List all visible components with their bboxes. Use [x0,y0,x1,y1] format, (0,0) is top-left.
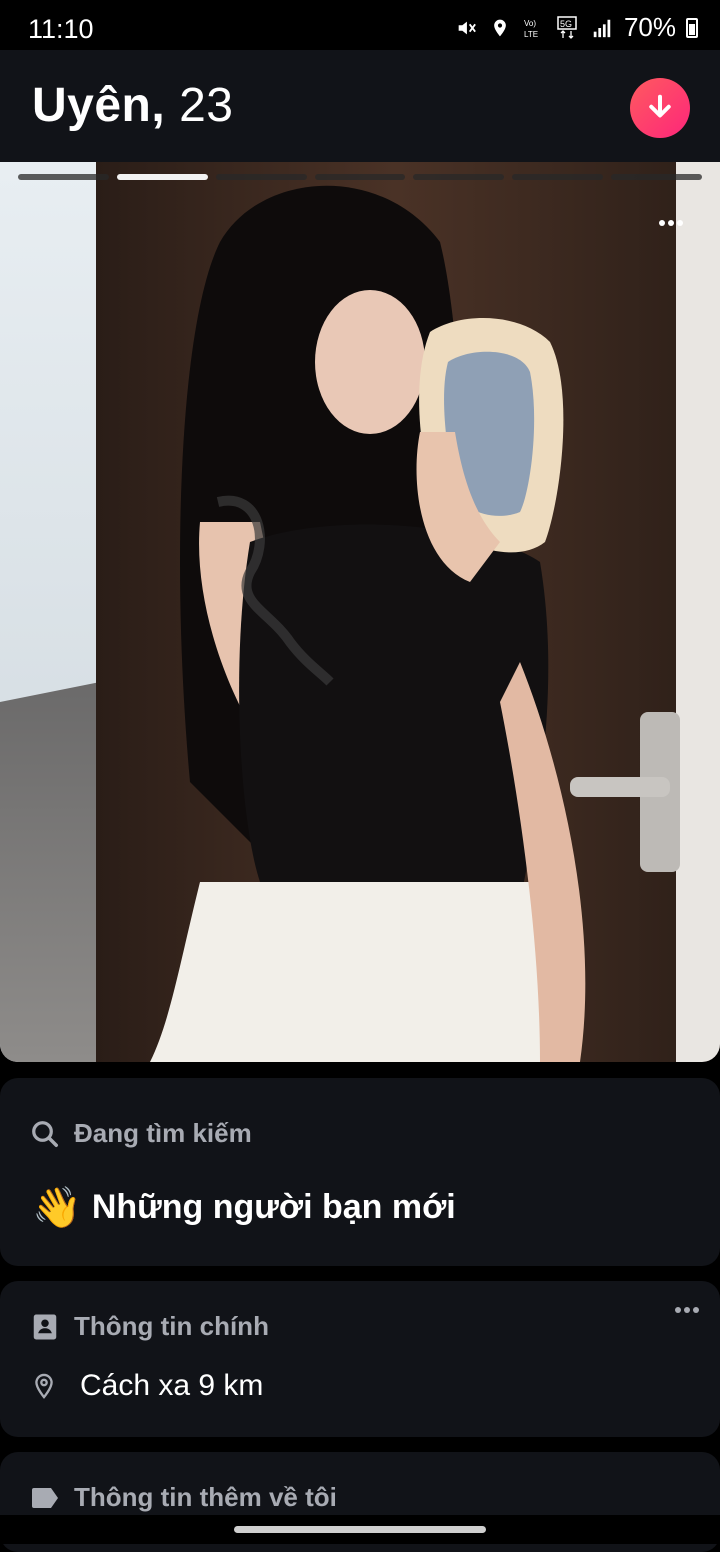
svg-text:5G: 5G [560,19,572,29]
looking-for-card: Đang tìm kiếm 👋 Những người bạn mới [0,1078,720,1266]
location-pin-icon [35,1373,53,1399]
looking-for-header: Đang tìm kiếm [30,1118,252,1149]
tag-icon [32,1487,58,1508]
profile-header: Uyên, 23 [0,50,720,162]
distance-row: Cách xa 9 km [30,1369,263,1403]
photo-progress-bar[interactable] [512,174,604,180]
photo-image [0,162,720,1062]
more-dots-icon [675,1307,699,1313]
id-card-icon [33,1314,57,1339]
photo-progress-bar[interactable] [18,174,109,180]
photo-progress-bars [18,174,703,180]
more-about-header: Thông tin thêm về tôi [30,1482,337,1513]
photo-more-button[interactable] [658,214,684,232]
more-about-label: Thông tin thêm về tôi [74,1482,337,1512]
status-icons: Vo) LTE 5G 70% [454,12,698,43]
svg-text:LTE: LTE [524,30,538,39]
photo-progress-bar[interactable] [413,174,505,180]
profile-age: 23 [179,79,234,132]
home-indicator[interactable] [234,1526,486,1533]
collapse-profile-button[interactable] [630,78,690,138]
profile-name: Uyên, [32,79,166,132]
battery-icon [686,17,698,38]
photo-progress-bar[interactable] [611,174,703,180]
photo-progress-bar[interactable] [215,174,307,180]
svg-text:Vo): Vo) [524,19,536,28]
looking-for-label: Đang tìm kiếm [74,1118,252,1148]
mute-icon [454,16,478,40]
more-dots-icon [659,220,683,226]
wave-hand-icon: 👋 [32,1186,82,1230]
basics-card: Thông tin chính Cách xa 9 km [0,1281,720,1437]
basics-more-button[interactable] [674,1301,700,1319]
volte-icon: Vo) LTE [522,16,546,40]
battery-level: 70% [623,12,676,42]
location-icon [488,16,512,40]
signal-icon [590,16,614,40]
basics-label: Thông tin chính [74,1311,269,1341]
basics-header: Thông tin chính [30,1311,269,1342]
profile-photo[interactable] [0,162,720,1062]
profile-title: Uyên, 23 [32,78,233,133]
status-bar: 11:10 Vo) LTE 5G 70% [0,0,720,50]
5g-icon: 5G [556,15,580,40]
looking-for-value-row: 👋 Những người bạn mới [32,1184,456,1231]
arrow-down-icon [649,94,671,118]
looking-for-value: Những người bạn mới [91,1188,456,1226]
photo-progress-bar[interactable] [116,174,208,180]
photo-progress-bar[interactable] [314,174,406,180]
status-time: 11:10 [28,14,94,44]
distance-text: Cách xa 9 km [80,1369,264,1402]
search-icon [32,1120,58,1147]
